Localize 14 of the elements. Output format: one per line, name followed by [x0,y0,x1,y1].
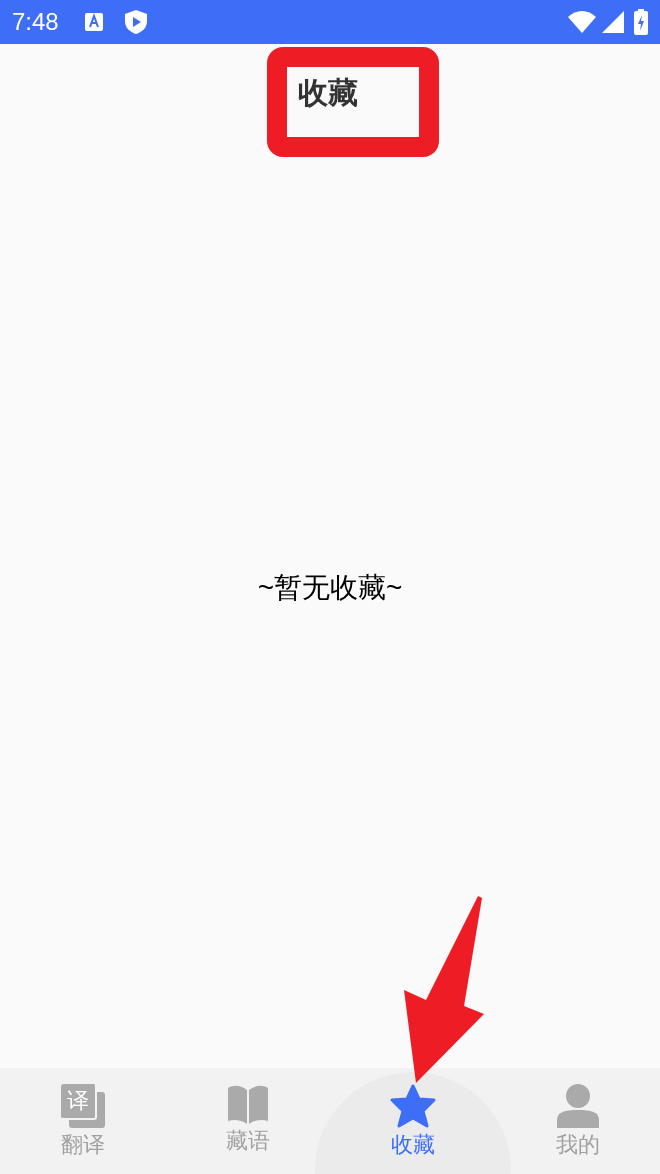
nav-tab[interactable]: 译 翻译 [0,1084,165,1160]
person-icon [556,1084,599,1128]
shield-play-icon [124,10,147,34]
star-icon [389,1084,436,1128]
open-book-icon [225,1084,270,1124]
nav-tab[interactable]: 我的 [495,1084,660,1160]
empty-message: ~暂无收藏~ [257,571,403,605]
nav-tab[interactable]: 藏语 [165,1084,330,1156]
signal-icon [602,11,624,33]
font-app-icon [84,13,103,31]
battery-icon [634,9,648,35]
page-title: 收藏 [298,76,358,109]
wifi-icon [568,11,596,33]
status-time: 7:48 [12,7,59,37]
